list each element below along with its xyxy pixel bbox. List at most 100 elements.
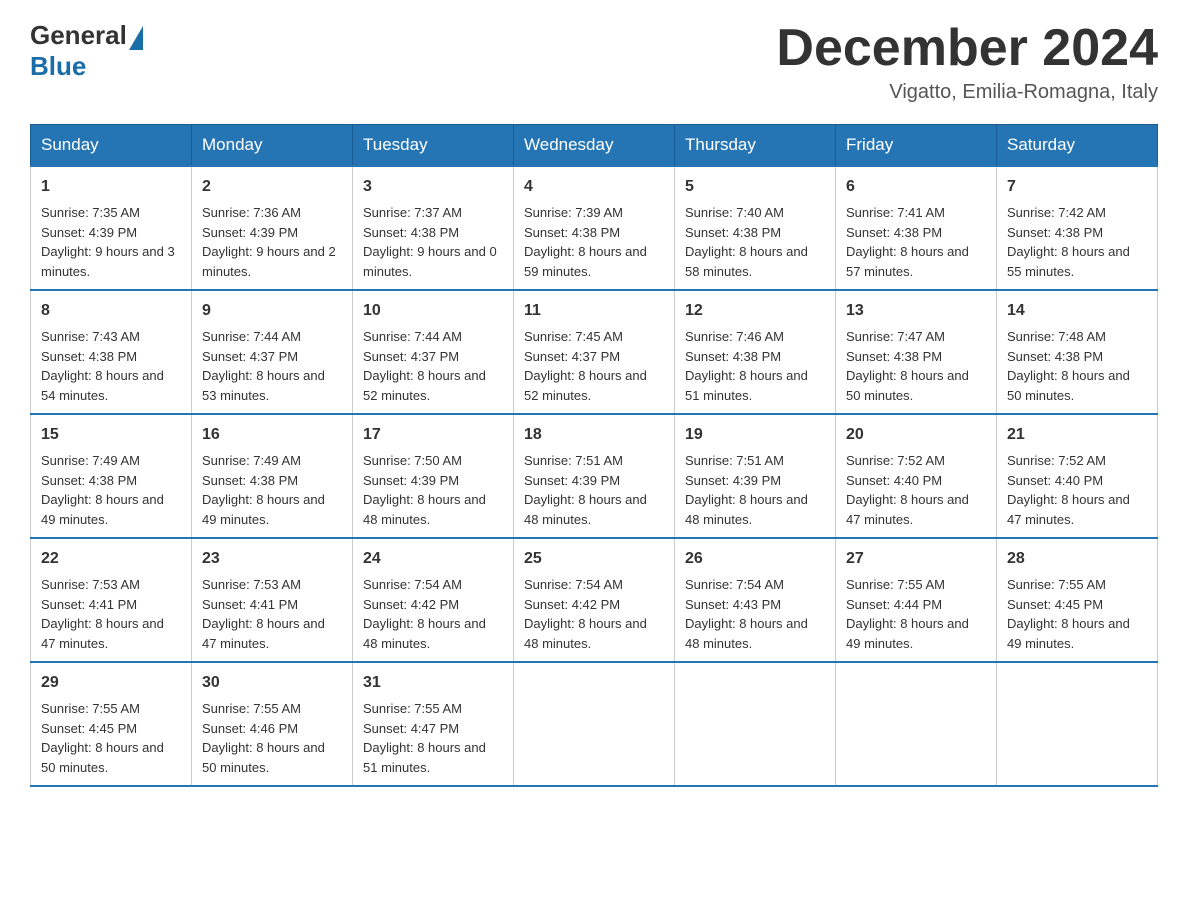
calendar-cell: 20 Sunrise: 7:52 AMSunset: 4:40 PMDayligh… xyxy=(836,414,997,538)
day-sunrise: Sunrise: 7:44 AMSunset: 4:37 PMDaylight:… xyxy=(363,329,486,403)
day-sunrise: Sunrise: 7:50 AMSunset: 4:39 PMDaylight:… xyxy=(363,453,486,527)
day-number: 9 xyxy=(202,299,342,323)
day-number: 3 xyxy=(363,175,503,199)
day-number: 6 xyxy=(846,175,986,199)
calendar-cell: 12 Sunrise: 7:46 AMSunset: 4:38 PMDayligh… xyxy=(675,290,836,414)
day-number: 1 xyxy=(41,175,181,199)
day-sunrise: Sunrise: 7:55 AMSunset: 4:44 PMDaylight:… xyxy=(846,577,969,651)
calendar-cell: 8 Sunrise: 7:43 AMSunset: 4:38 PMDaylight… xyxy=(31,290,192,414)
day-sunrise: Sunrise: 7:49 AMSunset: 4:38 PMDaylight:… xyxy=(202,453,325,527)
day-number: 28 xyxy=(1007,547,1147,571)
day-sunrise: Sunrise: 7:52 AMSunset: 4:40 PMDaylight:… xyxy=(1007,453,1130,527)
header-saturday: Saturday xyxy=(997,125,1158,167)
day-sunrise: Sunrise: 7:54 AMSunset: 4:42 PMDaylight:… xyxy=(524,577,647,651)
day-sunrise: Sunrise: 7:48 AMSunset: 4:38 PMDaylight:… xyxy=(1007,329,1130,403)
calendar-cell: 10 Sunrise: 7:44 AMSunset: 4:37 PMDayligh… xyxy=(353,290,514,414)
calendar-cell: 19Sunrise: 7:51 AMSunset: 4:39 PMDayligh… xyxy=(675,414,836,538)
calendar-cell: 16 Sunrise: 7:49 AMSunset: 4:38 PMDayligh… xyxy=(192,414,353,538)
calendar-week-row: 22Sunrise: 7:53 AMSunset: 4:41 PMDayligh… xyxy=(31,538,1158,662)
calendar-cell: 13Sunrise: 7:47 AMSunset: 4:38 PMDayligh… xyxy=(836,290,997,414)
day-number: 19 xyxy=(685,423,825,447)
day-number: 10 xyxy=(363,299,503,323)
calendar-cell: 3 Sunrise: 7:37 AMSunset: 4:38 PMDaylight… xyxy=(353,166,514,290)
logo-blue-text: Blue xyxy=(30,51,86,82)
calendar-cell: 22Sunrise: 7:53 AMSunset: 4:41 PMDayligh… xyxy=(31,538,192,662)
day-number: 11 xyxy=(524,299,664,323)
day-sunrise: Sunrise: 7:55 AMSunset: 4:47 PMDaylight:… xyxy=(363,701,486,775)
day-number: 14 xyxy=(1007,299,1147,323)
calendar-cell: 14 Sunrise: 7:48 AMSunset: 4:38 PMDayligh… xyxy=(997,290,1158,414)
calendar-week-row: 1 Sunrise: 7:35 AMSunset: 4:39 PMDaylight… xyxy=(31,166,1158,290)
calendar-cell: 30 Sunrise: 7:55 AMSunset: 4:46 PMDayligh… xyxy=(192,662,353,786)
day-sunrise: Sunrise: 7:37 AMSunset: 4:38 PMDaylight:… xyxy=(363,205,497,279)
day-number: 2 xyxy=(202,175,342,199)
day-number: 26 xyxy=(685,547,825,571)
day-sunrise: Sunrise: 7:45 AMSunset: 4:37 PMDaylight:… xyxy=(524,329,647,403)
day-number: 15 xyxy=(41,423,181,447)
day-sunrise: Sunrise: 7:54 AMSunset: 4:42 PMDaylight:… xyxy=(363,577,486,651)
day-sunrise: Sunrise: 7:35 AMSunset: 4:39 PMDaylight:… xyxy=(41,205,175,279)
day-sunrise: Sunrise: 7:39 AMSunset: 4:38 PMDaylight:… xyxy=(524,205,647,279)
logo-general-text: General xyxy=(30,20,127,51)
day-number: 5 xyxy=(685,175,825,199)
day-number: 12 xyxy=(685,299,825,323)
day-sunrise: Sunrise: 7:53 AMSunset: 4:41 PMDaylight:… xyxy=(202,577,325,651)
calendar-cell: 23 Sunrise: 7:53 AMSunset: 4:41 PMDayligh… xyxy=(192,538,353,662)
logo-triangle-icon xyxy=(129,26,143,50)
calendar-cell xyxy=(514,662,675,786)
day-number: 8 xyxy=(41,299,181,323)
header-sunday: Sunday xyxy=(31,125,192,167)
calendar-cell: 1 Sunrise: 7:35 AMSunset: 4:39 PMDaylight… xyxy=(31,166,192,290)
calendar-cell xyxy=(997,662,1158,786)
month-title: December 2024 xyxy=(776,20,1158,77)
day-number: 25 xyxy=(524,547,664,571)
day-number: 16 xyxy=(202,423,342,447)
day-sunrise: Sunrise: 7:46 AMSunset: 4:38 PMDaylight:… xyxy=(685,329,808,403)
day-sunrise: Sunrise: 7:55 AMSunset: 4:46 PMDaylight:… xyxy=(202,701,325,775)
calendar-cell: 24 Sunrise: 7:54 AMSunset: 4:42 PMDayligh… xyxy=(353,538,514,662)
day-number: 4 xyxy=(524,175,664,199)
header-friday: Friday xyxy=(836,125,997,167)
calendar-cell: 17 Sunrise: 7:50 AMSunset: 4:39 PMDayligh… xyxy=(353,414,514,538)
day-sunrise: Sunrise: 7:55 AMSunset: 4:45 PMDaylight:… xyxy=(41,701,164,775)
calendar-cell: 28Sunrise: 7:55 AMSunset: 4:45 PMDayligh… xyxy=(997,538,1158,662)
day-sunrise: Sunrise: 7:36 AMSunset: 4:39 PMDaylight:… xyxy=(202,205,336,279)
calendar-cell: 4 Sunrise: 7:39 AMSunset: 4:38 PMDaylight… xyxy=(514,166,675,290)
calendar-week-row: 29Sunrise: 7:55 AMSunset: 4:45 PMDayligh… xyxy=(31,662,1158,786)
calendar-cell: 21 Sunrise: 7:52 AMSunset: 4:40 PMDayligh… xyxy=(997,414,1158,538)
calendar-week-row: 8 Sunrise: 7:43 AMSunset: 4:38 PMDaylight… xyxy=(31,290,1158,414)
day-sunrise: Sunrise: 7:54 AMSunset: 4:43 PMDaylight:… xyxy=(685,577,808,651)
header-monday: Monday xyxy=(192,125,353,167)
day-sunrise: Sunrise: 7:49 AMSunset: 4:38 PMDaylight:… xyxy=(41,453,164,527)
day-number: 17 xyxy=(363,423,503,447)
header-thursday: Thursday xyxy=(675,125,836,167)
calendar-cell: 9 Sunrise: 7:44 AMSunset: 4:37 PMDaylight… xyxy=(192,290,353,414)
title-section: December 2024 Vigatto, Emilia-Romagna, I… xyxy=(776,20,1158,104)
day-number: 24 xyxy=(363,547,503,571)
calendar-cell: 11 Sunrise: 7:45 AMSunset: 4:37 PMDayligh… xyxy=(514,290,675,414)
calendar-cell: 15 Sunrise: 7:49 AMSunset: 4:38 PMDayligh… xyxy=(31,414,192,538)
day-number: 30 xyxy=(202,671,342,695)
day-sunrise: Sunrise: 7:44 AMSunset: 4:37 PMDaylight:… xyxy=(202,329,325,403)
page-header: General Blue December 2024 Vigatto, Emil… xyxy=(30,20,1158,104)
day-number: 20 xyxy=(846,423,986,447)
calendar-cell: 18 Sunrise: 7:51 AMSunset: 4:39 PMDayligh… xyxy=(514,414,675,538)
day-sunrise: Sunrise: 7:43 AMSunset: 4:38 PMDaylight:… xyxy=(41,329,164,403)
calendar-cell: 7Sunrise: 7:42 AMSunset: 4:38 PMDaylight… xyxy=(997,166,1158,290)
day-sunrise: Sunrise: 7:53 AMSunset: 4:41 PMDaylight:… xyxy=(41,577,164,651)
day-sunrise: Sunrise: 7:51 AMSunset: 4:39 PMDaylight:… xyxy=(524,453,647,527)
day-sunrise: Sunrise: 7:40 AMSunset: 4:38 PMDaylight:… xyxy=(685,205,808,279)
calendar-cell: 5 Sunrise: 7:40 AMSunset: 4:38 PMDaylight… xyxy=(675,166,836,290)
day-number: 21 xyxy=(1007,423,1147,447)
calendar-cell: 2 Sunrise: 7:36 AMSunset: 4:39 PMDaylight… xyxy=(192,166,353,290)
day-number: 23 xyxy=(202,547,342,571)
calendar-header-row: SundayMondayTuesdayWednesdayThursdayFrid… xyxy=(31,125,1158,167)
day-sunrise: Sunrise: 7:52 AMSunset: 4:40 PMDaylight:… xyxy=(846,453,969,527)
day-number: 31 xyxy=(363,671,503,695)
day-number: 18 xyxy=(524,423,664,447)
calendar-cell: 31 Sunrise: 7:55 AMSunset: 4:47 PMDayligh… xyxy=(353,662,514,786)
calendar-cell xyxy=(836,662,997,786)
location-text: Vigatto, Emilia-Romagna, Italy xyxy=(776,81,1158,104)
logo: General Blue xyxy=(30,20,143,82)
day-sunrise: Sunrise: 7:42 AMSunset: 4:38 PMDaylight:… xyxy=(1007,205,1130,279)
